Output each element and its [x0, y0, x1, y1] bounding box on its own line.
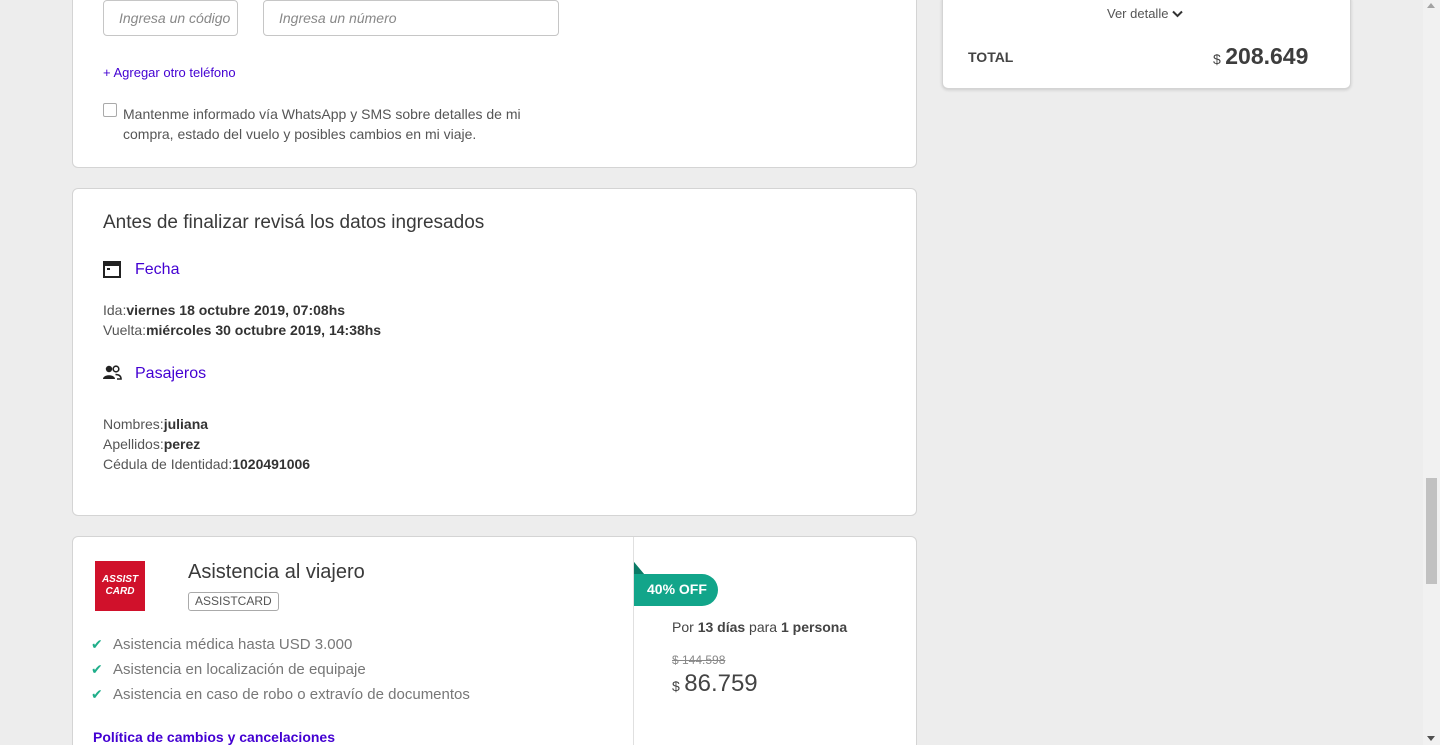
- phone-number-input[interactable]: Ingresa un número: [263, 0, 559, 36]
- passengers-section-title: Pasajeros: [135, 365, 207, 382]
- check-icon: ✔: [91, 686, 103, 702]
- names-label: Nombres:: [103, 416, 164, 432]
- total-price: $ 208.649: [1213, 43, 1308, 70]
- id-value: 1020491006: [232, 456, 311, 472]
- duration-text: Por 13 días para 1 persona: [672, 619, 847, 635]
- view-detail-label: Ver detalle: [1107, 6, 1169, 21]
- whatsapp-checkbox[interactable]: [103, 103, 117, 117]
- outbound-date: Ida:viernes 18 octubre 2019, 07:08hs: [103, 302, 345, 318]
- cancellation-policy-link[interactable]: Política de cambios y cancelaciones: [93, 729, 335, 745]
- scroll-up-arrow-icon[interactable]: [1427, 3, 1435, 8]
- area-code-input[interactable]: Ingresa un código: [103, 0, 238, 36]
- feature-text: Asistencia en localización de equipaje: [113, 661, 366, 678]
- return-value: miércoles 30 octubre 2019, 14:38hs: [146, 322, 382, 338]
- outbound-value: viernes 18 octubre 2019, 07:08hs: [126, 302, 346, 318]
- scroll-down-arrow-icon[interactable]: [1427, 736, 1435, 741]
- total-currency: $: [1213, 51, 1221, 67]
- feature-text: Asistencia en caso de robo o extravío de…: [113, 686, 470, 703]
- duration-days: 13 días: [697, 619, 746, 635]
- view-detail-toggle[interactable]: Ver detalle: [1107, 6, 1184, 21]
- check-icon: ✔: [91, 661, 103, 677]
- feature-item: ✔ Asistencia en localización de equipaje: [91, 661, 366, 678]
- assistance-title: Asistencia al viajero: [188, 561, 365, 583]
- discount-ribbon: 40% OFF: [634, 562, 718, 606]
- duration-prefix: Por: [672, 619, 698, 635]
- assistcard-logo: ASSIST CARD: [95, 561, 145, 611]
- passenger-surnames: Apellidos:perez: [103, 436, 200, 452]
- add-phone-link[interactable]: + Agregar otro teléfono: [103, 65, 236, 80]
- surnames-label: Apellidos:: [103, 436, 164, 452]
- scrollbar-thumb[interactable]: [1426, 478, 1437, 584]
- review-title: Antes de finalizar revisá los datos ingr…: [103, 212, 485, 233]
- feature-item: ✔ Asistencia en caso de robo o extravío d…: [91, 686, 470, 703]
- provider-badge: ASSISTCARD: [188, 592, 279, 611]
- id-label: Cédula de Identidad:: [103, 456, 233, 472]
- check-icon: ✔: [91, 636, 103, 652]
- total-label: TOTAL: [968, 49, 1014, 65]
- return-date: Vuelta:miércoles 30 octubre 2019, 14:38h…: [103, 322, 381, 338]
- assistance-price: $ 86.759: [672, 670, 758, 698]
- whatsapp-label-line2: compra, estado del vuelo y posibles camb…: [123, 126, 477, 142]
- duration-people: 1 persona: [780, 619, 848, 635]
- return-label: Vuelta:: [103, 322, 147, 338]
- passenger-names: Nombres:juliana: [103, 416, 208, 432]
- passengers-icon: [103, 365, 123, 386]
- assistance-currency: $: [672, 678, 680, 694]
- whatsapp-label-line1: Mantenme informado vía WhatsApp y SMS so…: [123, 106, 521, 122]
- feature-text: Asistencia médica hasta USD 3.000: [113, 636, 353, 653]
- assistance-price-value: 86.759: [684, 670, 758, 697]
- chevron-down-icon: [1172, 6, 1184, 21]
- total-value: 208.649: [1225, 43, 1309, 69]
- logo-line2: CARD: [105, 586, 135, 597]
- calendar-icon: [103, 260, 121, 283]
- feature-item: ✔ Asistencia médica hasta USD 3.000: [91, 636, 352, 653]
- page-scrollbar[interactable]: [1423, 0, 1440, 745]
- discount-badge: 40% OFF: [647, 581, 707, 597]
- whatsapp-label: Mantenme informado vía WhatsApp y SMS so…: [123, 104, 521, 144]
- date-section-title: Fecha: [135, 261, 180, 278]
- old-price: $ 144.598: [672, 653, 726, 667]
- passenger-id: Cédula de Identidad:1020491006: [103, 456, 310, 472]
- surnames-value: perez: [163, 436, 201, 452]
- logo-line1: ASSIST: [101, 574, 139, 585]
- outbound-label: Ida:: [103, 302, 127, 318]
- names-value: juliana: [163, 416, 209, 432]
- duration-middle: para: [745, 619, 781, 635]
